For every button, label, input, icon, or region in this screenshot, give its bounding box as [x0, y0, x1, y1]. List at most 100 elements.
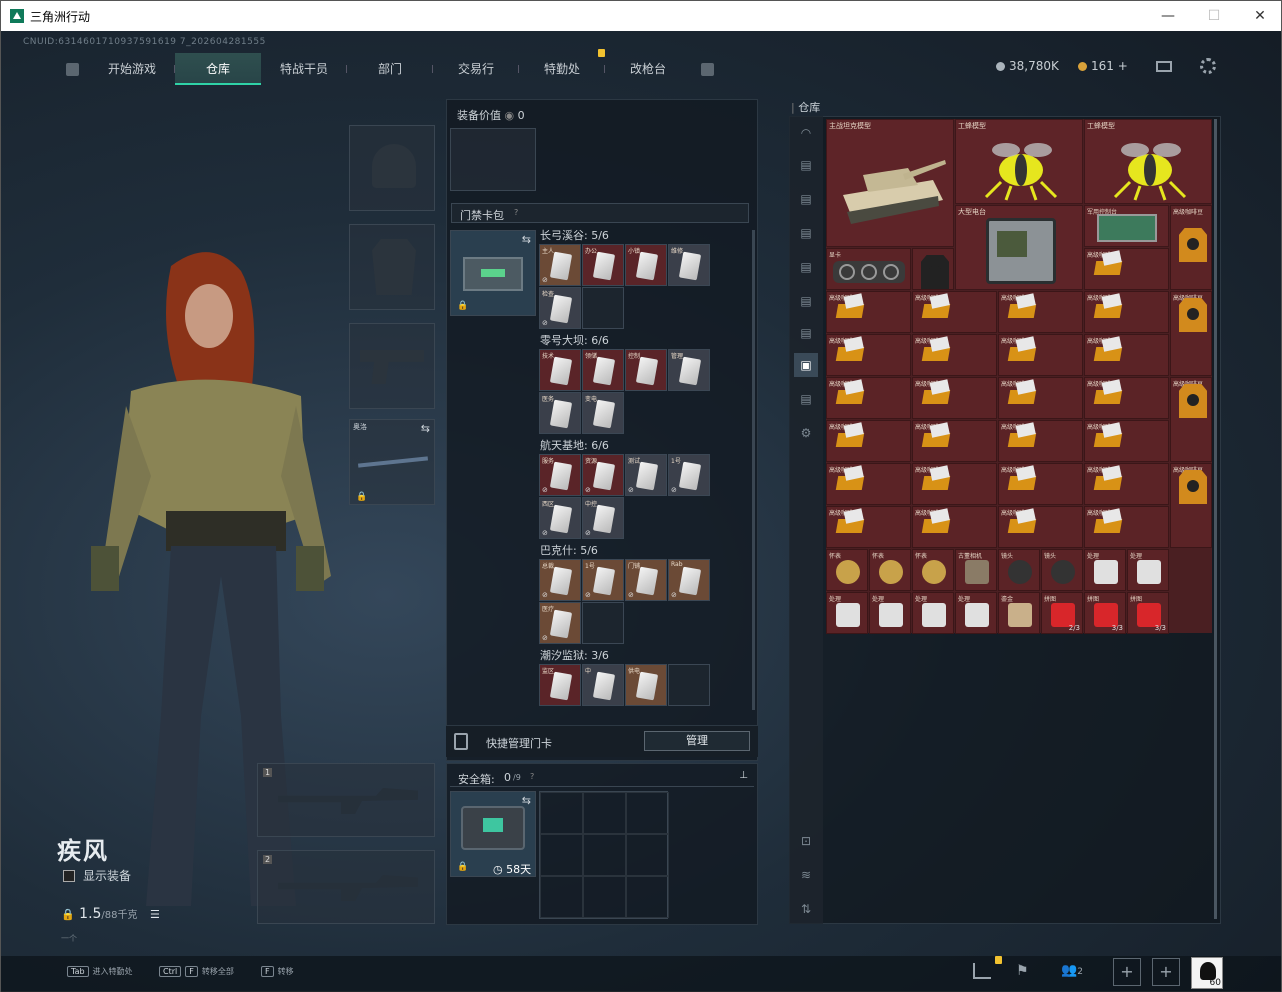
warehouse-item[interactable]: 鎏金: [998, 592, 1040, 634]
tab-trade[interactable]: 交易行: [433, 53, 519, 85]
warehouse-item[interactable]: 高级咖啡豆: [912, 506, 997, 548]
primary-weapon-slot-1[interactable]: 1: [257, 763, 435, 837]
safebox-container[interactable]: ⇆ 🔒 ◷ 58天: [450, 791, 536, 877]
warehouse-item[interactable]: 怀表: [912, 549, 954, 591]
warehouse-item[interactable]: 处理: [1084, 549, 1126, 591]
filter-icon[interactable]: ▤: [794, 289, 818, 313]
backpack-slot[interactable]: [450, 128, 536, 191]
keycard-item[interactable]: Rab ⊘: [668, 559, 710, 601]
warehouse-item[interactable]: 高级咖啡豆: [912, 377, 997, 419]
pin-icon[interactable]: ⊥: [739, 770, 748, 781]
warehouse-item[interactable]: 处理: [955, 592, 997, 634]
keycard-item[interactable]: 医务: [539, 392, 581, 434]
keycard-item[interactable]: 中: [582, 664, 624, 706]
warehouse-item[interactable]: 拼图 2/3: [1041, 592, 1083, 634]
keycard-item[interactable]: 总裁 ⊘: [539, 559, 581, 601]
keycard-item[interactable]: 医疗 ⊘: [539, 602, 581, 644]
player-avatar[interactable]: 60: [1191, 957, 1223, 989]
keycard-item[interactable]: 服务 ⊘: [539, 454, 581, 496]
hint-transfer-all[interactable]: Ctrl F 转移全部: [159, 966, 234, 977]
keycard-item[interactable]: 小镇: [625, 244, 667, 286]
keycard-item[interactable]: 监区: [539, 664, 581, 706]
warehouse-item[interactable]: 高级咖啡豆: [1170, 291, 1212, 376]
warehouse-item[interactable]: 高级咖啡豆: [826, 334, 911, 376]
pistol-slot[interactable]: [349, 323, 435, 409]
tab-special-ops[interactable]: 特勤处: [519, 53, 605, 85]
swap-icon[interactable]: ⇆: [522, 794, 531, 807]
hint-enter-special[interactable]: Tab 进入特勤处: [67, 966, 133, 977]
warehouse-item[interactable]: 高级咖啡豆: [1170, 377, 1212, 462]
tab-start-game[interactable]: 开始游戏: [89, 53, 175, 85]
nav-right-icon[interactable]: [701, 62, 714, 76]
melee-slot[interactable]: 奥洛 ⇆ 🔒: [349, 419, 435, 505]
keycard-item[interactable]: 检查 ⊘: [539, 287, 581, 329]
list-icon[interactable]: ☰: [150, 908, 160, 921]
keycard-case[interactable]: ⇆ 🔒: [450, 230, 536, 316]
warehouse-item[interactable]: 高级咖啡豆: [1170, 463, 1212, 548]
settings-gear-icon[interactable]: [1200, 58, 1216, 74]
warehouse-item[interactable]: 高级咖啡豆: [912, 420, 997, 462]
warehouse-item[interactable]: 高级咖啡豆: [1084, 291, 1169, 333]
tab-gunsmith[interactable]: 改枪台: [605, 53, 691, 85]
help-icon[interactable]: ?: [530, 772, 534, 781]
warehouse-item[interactable]: 高级咖啡豆: [998, 334, 1083, 376]
nav-left-icon[interactable]: [66, 62, 79, 76]
keycard-item[interactable]: 供电: [625, 664, 667, 706]
warehouse-item[interactable]: 高级咖啡豆: [826, 420, 911, 462]
warehouse-item[interactable]: 高级咖啡豆: [912, 463, 997, 505]
keycard-item[interactable]: 管理: [668, 349, 710, 391]
flag-icon[interactable]: ⚑: [1016, 963, 1029, 979]
filter-icon[interactable]: ▤: [794, 221, 818, 245]
keycard-item[interactable]: 1号 ⊘: [582, 559, 624, 601]
gold-currency[interactable]: 161 +: [1078, 59, 1128, 73]
keycard-item[interactable]: 变电: [582, 392, 624, 434]
warehouse-item[interactable]: 大型电台: [955, 205, 1083, 290]
warehouse-item[interactable]: 拼图 3/3: [1084, 592, 1126, 634]
filter-icon[interactable]: ▤: [794, 255, 818, 279]
filter-active-icon[interactable]: ▣: [794, 353, 818, 377]
warehouse-item[interactable]: 处理: [1127, 549, 1169, 591]
helmet-filter-icon[interactable]: ◠: [794, 121, 818, 145]
warehouse-item[interactable]: [912, 248, 954, 290]
warehouse-item[interactable]: 高级咖啡豆: [1170, 205, 1212, 290]
capacity-icon[interactable]: ⊡: [794, 829, 818, 853]
empty-keycard-slot[interactable]: [668, 664, 710, 706]
warehouse-item[interactable]: 工蜂模型: [1084, 119, 1212, 204]
warehouse-item[interactable]: 处理: [869, 592, 911, 634]
maximize-button[interactable]: ☐: [1191, 1, 1237, 31]
empty-keycard-slot[interactable]: [582, 287, 624, 329]
filter-icon[interactable]: ▤: [794, 153, 818, 177]
minimize-button[interactable]: —: [1145, 1, 1191, 31]
warehouse-item[interactable]: 镜头: [998, 549, 1040, 591]
warehouse-item[interactable]: 处理: [826, 592, 868, 634]
scrollbar[interactable]: [752, 230, 755, 710]
layers-icon[interactable]: ≋: [794, 863, 818, 887]
warehouse-item[interactable]: 高级咖啡豆: [1084, 506, 1169, 548]
help-icon[interactable]: ?: [514, 208, 518, 217]
sort-icon[interactable]: ⇅: [794, 897, 818, 921]
keycard-item[interactable]: 1号 ⊘: [668, 454, 710, 496]
keycard-item[interactable]: 主人 ⊘: [539, 244, 581, 286]
warehouse-item[interactable]: 处理: [912, 592, 954, 634]
warehouse-item[interactable]: 怀表: [869, 549, 911, 591]
warehouse-item[interactable]: 工蜂模型: [955, 119, 1083, 204]
warehouse-item[interactable]: 军用控制台: [1084, 205, 1169, 247]
warehouse-item[interactable]: 高级咖啡豆: [826, 377, 911, 419]
add-teammate-button[interactable]: +: [1152, 958, 1180, 986]
swap-icon[interactable]: ⇆: [421, 422, 430, 435]
keycard-item[interactable]: 西区 ⊘: [539, 497, 581, 539]
manage-button[interactable]: 管理: [644, 731, 750, 751]
keycard-item[interactable]: 中控 ⊘: [582, 497, 624, 539]
primary-weapon-slot-2[interactable]: 2: [257, 850, 435, 924]
keycard-item[interactable]: 测试 ⊘: [625, 454, 667, 496]
close-button[interactable]: ✕: [1237, 1, 1282, 31]
checkbox[interactable]: [63, 869, 75, 882]
show-equipment-toggle[interactable]: 显示装备: [63, 867, 131, 884]
warehouse-item[interactable]: 高级咖啡豆: [826, 463, 911, 505]
filter-icon[interactable]: ▤: [794, 387, 818, 411]
warehouse-item[interactable]: 高级咖啡豆: [998, 420, 1083, 462]
keycard-item[interactable]: 办公: [582, 244, 624, 286]
warehouse-item[interactable]: 主战坦克模型: [826, 119, 954, 247]
tab-warehouse[interactable]: 仓库: [175, 53, 261, 85]
warehouse-item[interactable]: 高级咖啡豆: [998, 377, 1083, 419]
